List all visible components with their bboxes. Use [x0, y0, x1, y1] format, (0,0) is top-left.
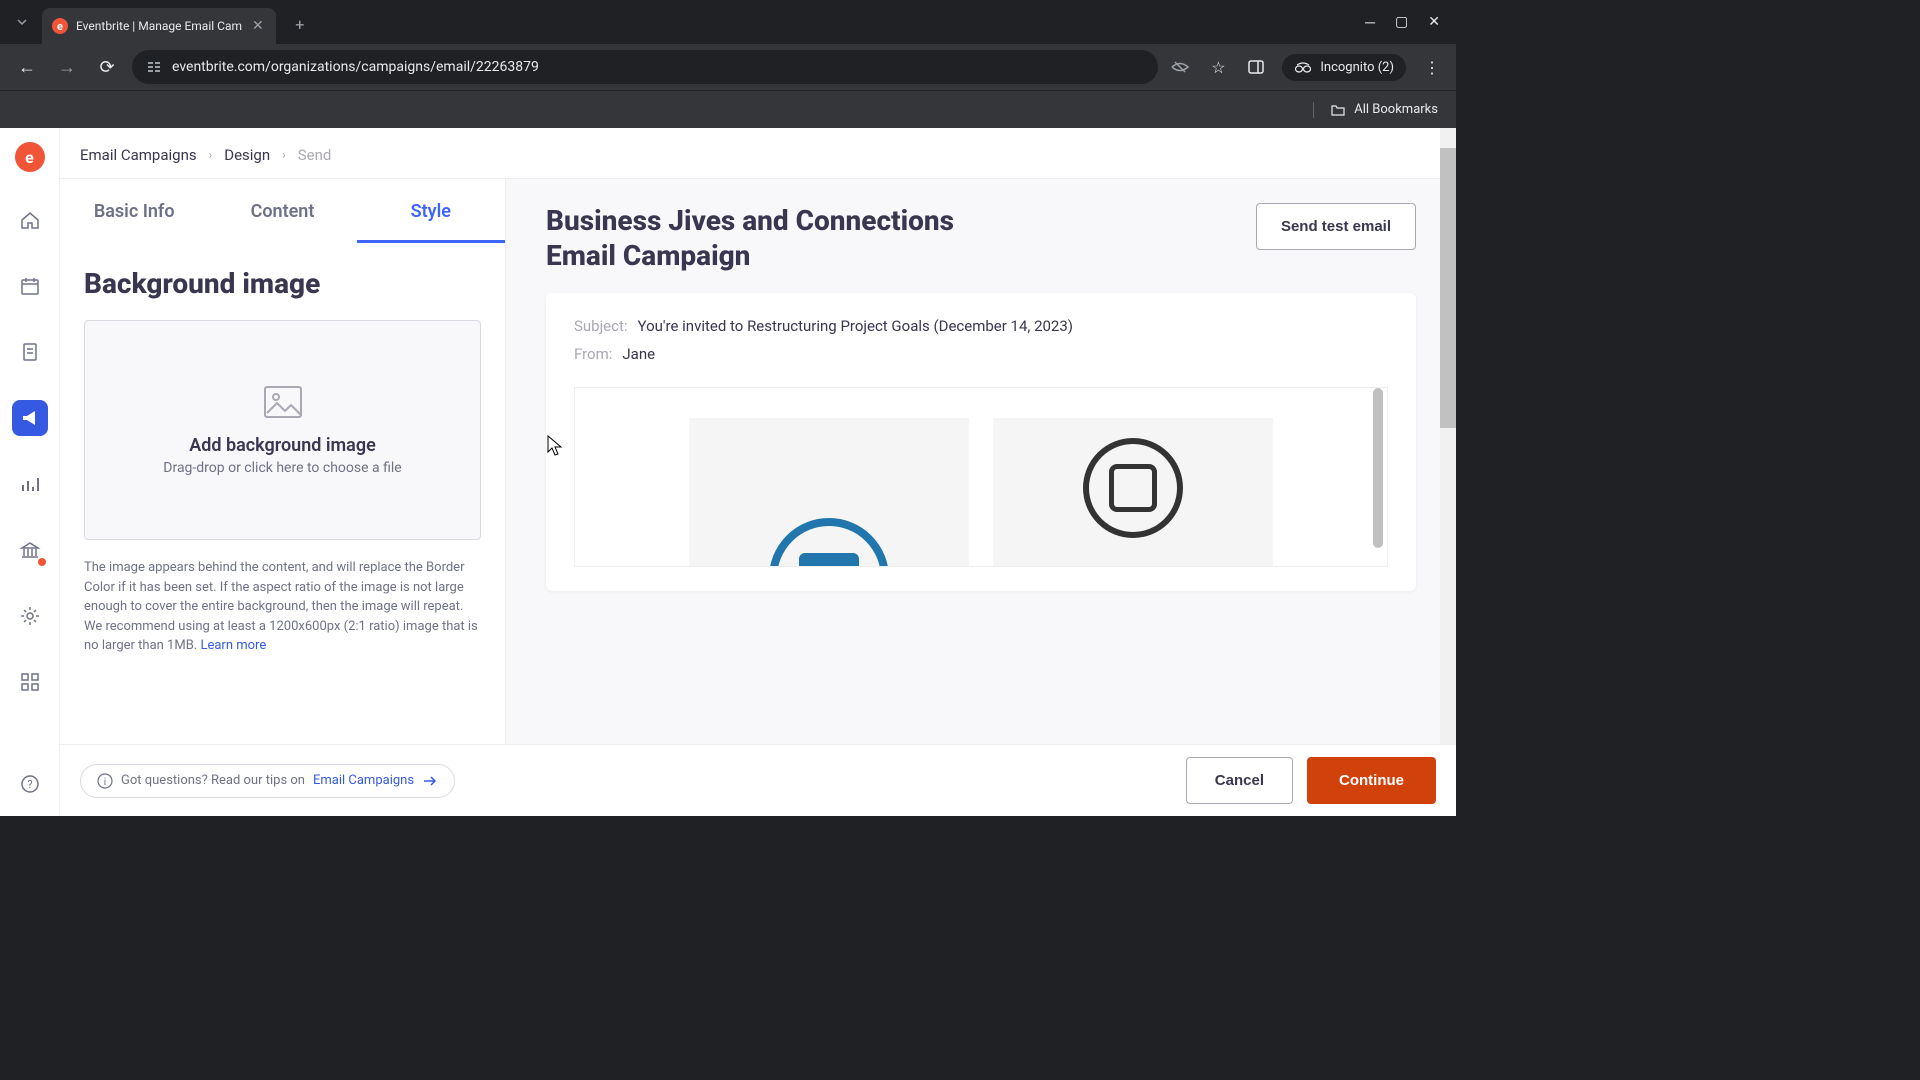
close-window-icon[interactable]: ✕: [1428, 14, 1440, 31]
eventbrite-favicon-icon: e: [52, 18, 68, 34]
app-sidebar: e ?: [0, 128, 60, 816]
continue-button[interactable]: Continue: [1307, 757, 1436, 804]
finance-bank-icon[interactable]: [12, 532, 48, 568]
subject-row: Subject: You're invited to Restructuring…: [574, 317, 1388, 335]
subject-label: Subject:: [574, 317, 628, 335]
preview-card: Subject: You're invited to Restructuring…: [546, 293, 1416, 591]
eventbrite-logo-icon[interactable]: e: [15, 142, 45, 172]
learn-more-link[interactable]: Learn more: [200, 638, 266, 653]
eye-off-icon[interactable]: [1168, 57, 1192, 77]
orders-icon[interactable]: [12, 334, 48, 370]
breadcrumb-design[interactable]: Design: [224, 146, 270, 164]
tab-content[interactable]: Content: [208, 179, 356, 243]
from-label: From:: [574, 345, 612, 363]
from-row: From: Jane: [574, 345, 1388, 363]
help-text: The image appears behind the content, an…: [84, 558, 481, 656]
tab-title: Eventbrite | Manage Email Cam: [76, 19, 242, 33]
all-bookmarks[interactable]: All Bookmarks: [1313, 102, 1438, 118]
tab-dropdown[interactable]: [8, 8, 36, 36]
forward-button[interactable]: →: [52, 52, 82, 82]
incognito-icon: [1294, 60, 1312, 74]
black-circle-logo-icon: [1083, 438, 1183, 538]
from-value: Jane: [622, 345, 655, 363]
incognito-badge[interactable]: Incognito (2): [1282, 54, 1406, 81]
upload-subtitle: Drag-drop or click here to choose a file: [163, 460, 401, 476]
app-container: e ? Email Campaigns ›: [0, 128, 1456, 816]
home-icon[interactable]: [12, 202, 48, 238]
minimize-icon[interactable]: ─: [1365, 14, 1375, 31]
help-icon[interactable]: ?: [12, 766, 48, 802]
breadcrumb-campaigns[interactable]: Email Campaigns: [80, 146, 197, 164]
side-panel-icon[interactable]: [1244, 58, 1268, 76]
main-scrollbar[interactable]: [1440, 128, 1456, 816]
tab-style[interactable]: Style: [357, 179, 505, 243]
new-tab-button[interactable]: +: [286, 10, 314, 38]
site-settings-icon[interactable]: [146, 59, 162, 75]
settings-gear-icon[interactable]: [12, 598, 48, 634]
preview-image-left: [689, 418, 969, 567]
reports-chart-icon[interactable]: [12, 466, 48, 502]
bookmarks-bar: All Bookmarks: [0, 90, 1456, 128]
preview-header: Business Jives and Connections Email Cam…: [546, 203, 1416, 273]
folder-icon: [1330, 102, 1346, 118]
all-bookmarks-label: All Bookmarks: [1354, 102, 1438, 117]
url-text: eventbrite.com/organizations/campaigns/e…: [172, 59, 539, 75]
upload-title: Add background image: [189, 435, 376, 456]
panel-heading: Background image: [84, 267, 481, 300]
reload-button[interactable]: ⟳: [92, 52, 122, 82]
svg-text:i: i: [104, 777, 106, 788]
blue-circle-logo-icon: [769, 518, 889, 567]
app-main: Email Campaigns › Design › Send Basic In…: [60, 128, 1456, 816]
bookmark-star-icon[interactable]: ☆: [1206, 58, 1230, 77]
breadcrumb-send: Send: [298, 146, 332, 164]
editor-tabs: Basic Info Content Style: [60, 179, 505, 243]
breadcrumbs: Email Campaigns › Design › Send: [60, 128, 1456, 178]
arrow-right-icon: [422, 775, 438, 787]
incognito-label: Incognito (2): [1320, 60, 1394, 75]
back-button[interactable]: ←: [12, 52, 42, 82]
image-placeholder-icon: [263, 385, 303, 419]
preview-content: [574, 387, 1388, 567]
browser-tab[interactable]: e Eventbrite | Manage Email Cam ✕: [42, 8, 276, 44]
chevron-right-icon: ›: [282, 148, 286, 162]
svg-text:?: ?: [27, 778, 32, 791]
marketing-megaphone-icon[interactable]: [12, 400, 48, 436]
url-bar[interactable]: eventbrite.com/organizations/campaigns/e…: [132, 50, 1158, 84]
footer-actions: Cancel Continue: [1186, 757, 1436, 804]
browser-toolbar: ← → ⟳ eventbrite.com/organizations/campa…: [0, 44, 1456, 90]
help-text-body: The image appears behind the content, an…: [84, 560, 478, 653]
tab-basic-info[interactable]: Basic Info: [60, 179, 208, 243]
subject-value: You're invited to Restructuring Project …: [638, 317, 1073, 335]
calendar-icon[interactable]: [12, 268, 48, 304]
browser-menu-icon[interactable]: ⋮: [1420, 58, 1444, 77]
send-test-email-button[interactable]: Send test email: [1256, 203, 1416, 250]
campaign-title: Business Jives and Connections Email Cam…: [546, 203, 966, 273]
panel-body: Background image Add background image Dr…: [60, 243, 505, 680]
help-pill-link: Email Campaigns: [313, 773, 414, 788]
preview-image-right: [993, 418, 1273, 567]
help-pill[interactable]: i Got questions? Read our tips on Email …: [80, 764, 455, 798]
help-pill-text: Got questions? Read our tips on: [121, 773, 305, 788]
maximize-icon[interactable]: ▢: [1395, 14, 1408, 31]
scrollbar-thumb[interactable]: [1440, 148, 1456, 428]
upload-zone[interactable]: Add background image Drag-drop or click …: [84, 320, 481, 540]
cancel-button[interactable]: Cancel: [1186, 757, 1293, 804]
chevron-right-icon: ›: [209, 148, 213, 162]
browser-tab-strip: e Eventbrite | Manage Email Cam ✕ + ─ ▢ …: [0, 0, 1456, 44]
preview-panel: Business Jives and Connections Email Cam…: [506, 179, 1456, 816]
info-icon: i: [97, 773, 113, 789]
left-panel: Basic Info Content Style Background imag…: [60, 179, 506, 816]
apps-grid-icon[interactable]: [12, 664, 48, 700]
preview-scrollbar[interactable]: [1373, 388, 1383, 548]
tab-close-icon[interactable]: ✕: [250, 16, 266, 36]
footer-bar: i Got questions? Read our tips on Email …: [60, 744, 1456, 816]
content-row: Basic Info Content Style Background imag…: [60, 178, 1456, 816]
window-controls: ─ ▢ ✕: [1365, 14, 1448, 31]
